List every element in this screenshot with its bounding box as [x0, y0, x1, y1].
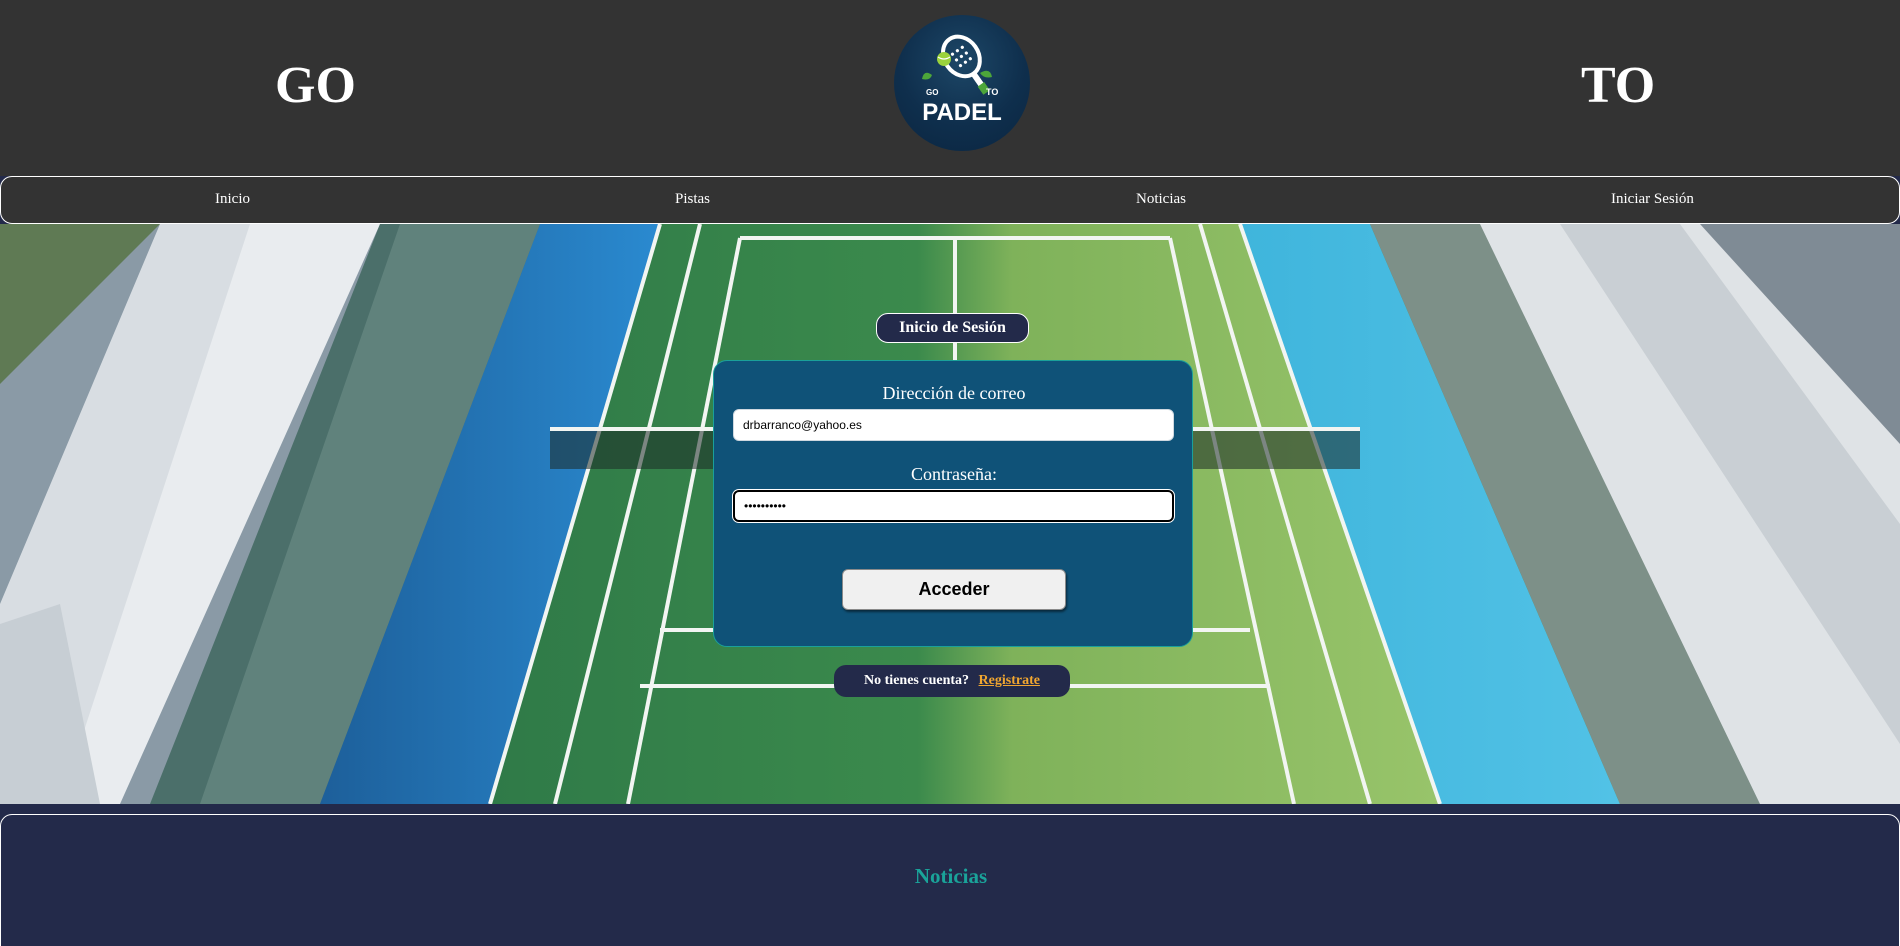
- logo-side-text: GO: [926, 88, 938, 97]
- news-section: Noticias: [0, 814, 1900, 946]
- brand-word-right: TO: [1581, 57, 1656, 114]
- nav-item-inicio[interactable]: Inicio: [215, 191, 250, 208]
- news-title: Noticias: [914, 864, 988, 888]
- register-link[interactable]: Registrate: [979, 673, 1040, 688]
- main-nav: Inicio Pistas Noticias Iniciar Sesión: [0, 176, 1900, 224]
- submit-button[interactable]: Acceder: [842, 569, 1066, 610]
- logo-text: PADEL: [922, 99, 1002, 126]
- site-header: GO TO GO PADEL TO: [0, 0, 1900, 176]
- password-label: Contraseña:: [911, 464, 997, 484]
- email-label: Dirección de correo: [882, 383, 1026, 403]
- nav-item-iniciar-sesion[interactable]: Iniciar Sesión: [1611, 191, 1694, 208]
- brand-word-left: GO: [275, 57, 356, 114]
- email-field[interactable]: drbarranco@yahoo.es: [733, 409, 1174, 441]
- password-field[interactable]: ••••••••••: [733, 490, 1174, 522]
- login-form: Dirección de correo drbarranco@yahoo.es …: [713, 360, 1193, 647]
- register-prompt-bar: No tienes cuenta? Registrate: [834, 665, 1070, 697]
- padel-racket-logo-icon[interactable]: TO GO PADEL: [894, 15, 1030, 151]
- nav-item-noticias[interactable]: Noticias: [1136, 191, 1186, 208]
- logo-small-text: TO: [986, 87, 998, 97]
- nav-item-pistas[interactable]: Pistas: [675, 191, 710, 208]
- register-prompt: No tienes cuenta?: [864, 673, 970, 688]
- login-title: Inicio de Sesión: [876, 313, 1029, 343]
